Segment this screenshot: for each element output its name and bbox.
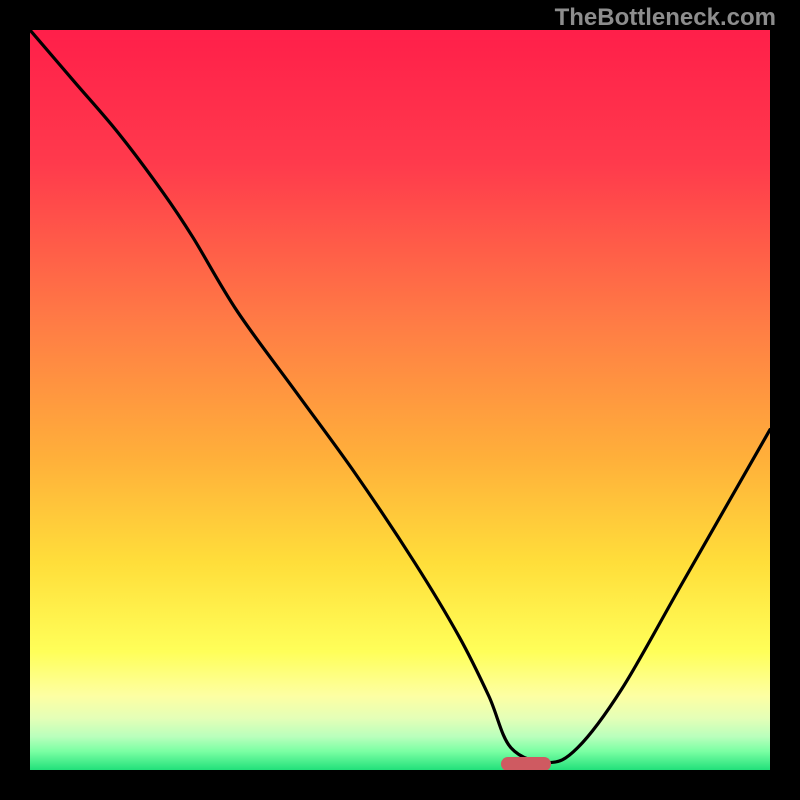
optimum-marker [501,757,551,770]
bottleneck-curve [30,30,770,770]
chart-frame: TheBottleneck.com [0,0,800,800]
watermark-text: TheBottleneck.com [555,4,776,32]
plot-area [30,30,770,770]
